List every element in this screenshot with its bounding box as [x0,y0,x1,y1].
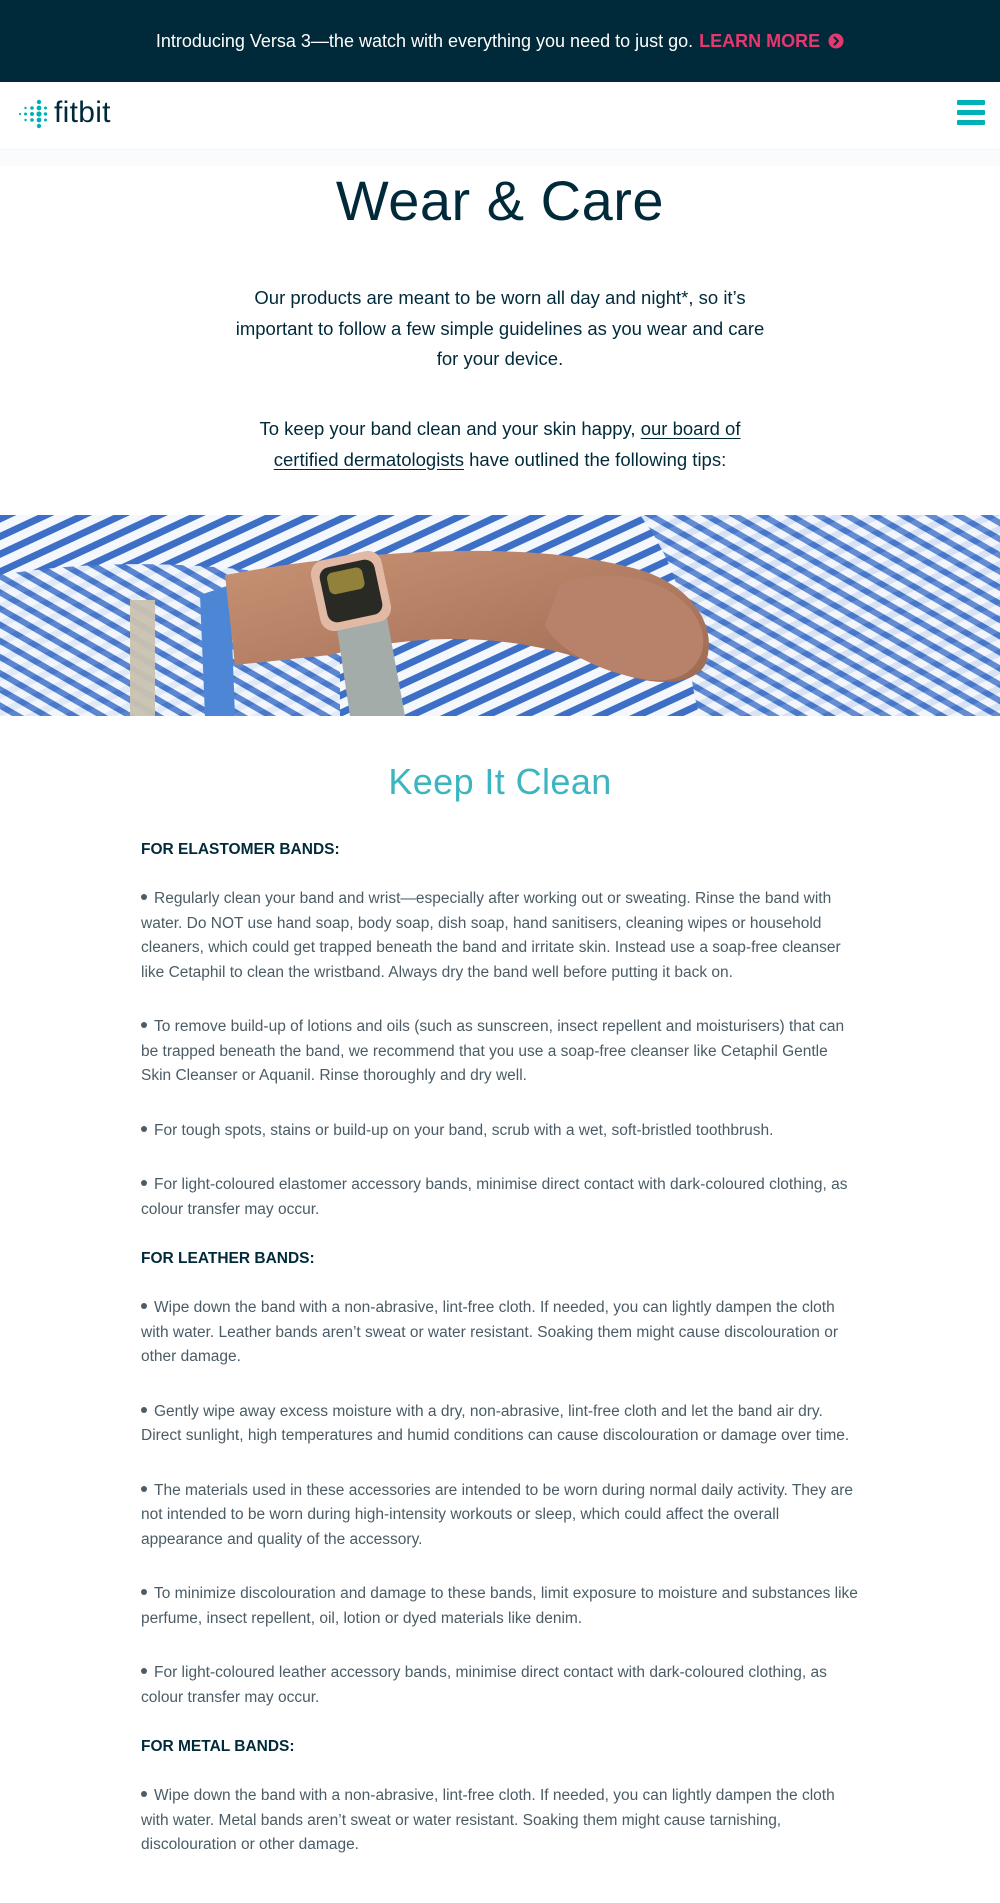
hamburger-menu-icon[interactable] [957,100,985,126]
tip-text: Wipe down the band with a non-abrasive, … [141,1787,835,1853]
bullet-icon [141,1668,147,1675]
bullet-icon [141,1791,147,1798]
promo-text: Introducing Versa 3—the watch with every… [155,30,694,51]
logo-wordmark: fitbit [54,96,111,129]
bullet-icon [141,1485,147,1492]
intro2-text-after: have outlined the following tips: [463,448,727,470]
tip-text: For tough spots, stains or build-up on y… [154,1121,774,1139]
chevron-circle-right-icon [828,33,844,49]
metal-bands-group: FOR METAL BANDS: Wipe down the band with… [141,1732,861,1858]
learn-more-link[interactable]: LEARN MORE [699,31,844,52]
fitbit-logo[interactable]: fitbit [17,97,111,129]
care-tips-content: FOR ELASTOMER BANDS: Regularly clean you… [141,835,861,1888]
leather-bands-group: FOR LEATHER BANDS: Wipe down the band wi… [141,1244,861,1710]
intro2-text-before: To keep your band clean and your skin ha… [259,418,641,439]
group-heading: FOR LEATHER BANDS: [141,1250,315,1267]
fitbit-dots-icon [18,99,48,129]
site-header: fitbit [0,82,1000,150]
bullet-icon [141,1180,147,1187]
list-item: For light-coloured elastomer accessory b… [141,1173,861,1222]
list-item: Gently wipe away excess moisture with a … [141,1400,861,1449]
bullet-icon [141,1303,147,1310]
promo-bar: Introducing Versa 3—the watch with every… [0,0,1000,82]
intro-paragraph-2: To keep your band clean and your skin ha… [225,414,775,475]
list-item: Wipe down the band with a non-abrasive, … [141,1296,861,1370]
learn-more-label: LEARN MORE [699,30,821,51]
list-item: To remove build-up of lotions and oils (… [141,1015,861,1089]
tip-text: Wipe down the band with a non-abrasive, … [141,1299,839,1365]
group-heading: FOR ELASTOMER BANDS: [141,841,340,858]
elastomer-bands-group: FOR ELASTOMER BANDS: Regularly clean you… [141,835,861,1222]
tip-text: Gently wipe away excess moisture with a … [141,1402,850,1445]
bullet-icon [141,894,147,901]
tip-text: To remove build-up of lotions and oils (… [141,1018,845,1084]
list-item: The materials used in these accessories … [141,1479,861,1553]
page-title: Wear & Care [335,169,665,232]
list-item: Regularly clean your band and wrist—espe… [141,887,861,985]
tip-text: The materials used in these accessories … [141,1481,854,1548]
bullet-icon [141,1589,147,1596]
wrist-watch-illustration [0,515,1000,716]
section-title: Keep It Clean [388,761,612,802]
tip-text: Regularly clean your band and wrist—espe… [141,890,841,981]
list-item: To minimize discolouration and damage to… [141,1582,861,1631]
bullet-icon [141,1125,147,1132]
bullet-icon [141,1406,147,1413]
group-heading: FOR METAL BANDS: [141,1738,295,1755]
hero-image [0,515,1000,716]
list-item: Wipe down the band with a non-abrasive, … [141,1784,861,1858]
header-divider-band [0,150,1000,166]
tip-text: For light-coloured leather accessory ban… [141,1664,827,1706]
list-item: For light-coloured leather accessory ban… [141,1661,861,1710]
intro-paragraph: Our products are meant to be worn all da… [235,287,765,369]
tip-text: For light-coloured elastomer accessory b… [141,1176,848,1218]
tip-text: To minimize discolouration and damage to… [141,1585,858,1627]
bullet-icon [141,1022,147,1029]
list-item: For tough spots, stains or build-up on y… [141,1119,861,1144]
